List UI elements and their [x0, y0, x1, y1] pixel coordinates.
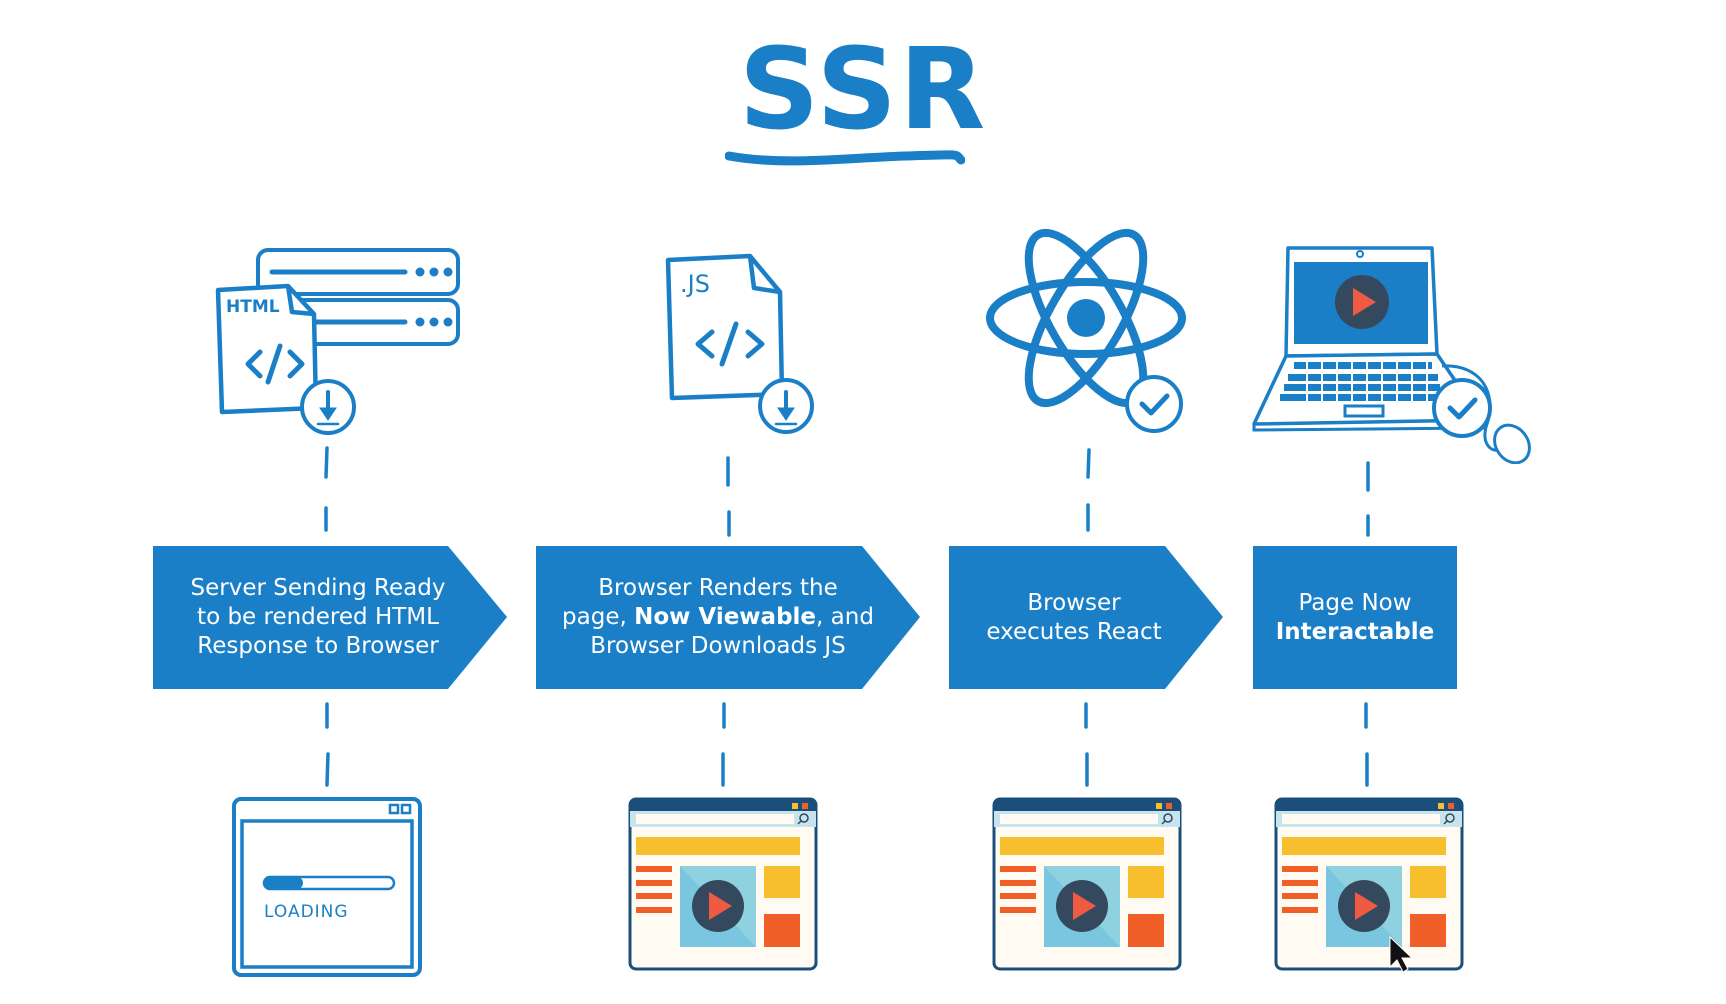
js-file-download-icon: .JS — [665, 253, 814, 434]
step-text-line: page, Now Viewable, and — [562, 603, 874, 632]
react-atom-check-icon — [986, 228, 1186, 433]
rendered-browser-window-icon — [992, 797, 1182, 971]
step-4-text: Page Now Interactable — [1253, 546, 1457, 689]
text-segment: , and — [816, 604, 874, 630]
step-text-line: Page Now — [1298, 589, 1412, 616]
mouse — [1493, 423, 1531, 464]
step-3-text: Browser executes React — [949, 546, 1199, 689]
step-text-emphasis: Interactable — [1275, 618, 1435, 645]
step-text-line: Server Sending Ready — [190, 575, 446, 601]
step-text-line: Browser — [1027, 589, 1121, 616]
rendered-browser-window-icon — [628, 797, 818, 971]
hero-banner — [636, 837, 800, 855]
atom-nucleus — [1067, 299, 1105, 337]
step-2-text: Browser Renders the page, Now Viewable, … — [536, 546, 900, 689]
step-text-line: executes React — [986, 618, 1162, 645]
loading-browser-window-icon: LOADING — [232, 797, 422, 977]
rendered-browser-window-cursor-icon — [1274, 797, 1464, 973]
loading-bar-fill — [264, 877, 303, 889]
step-text-line: to be rendered HTML — [197, 604, 439, 630]
check-badge — [1125, 375, 1183, 433]
file-label: HTML — [226, 297, 280, 317]
check-badge — [1432, 378, 1492, 438]
html-file-server-download-icon: HTML — [215, 248, 460, 435]
step-text-line: Response to Browser — [197, 633, 439, 659]
step-text-line: Browser Renders the — [598, 575, 838, 601]
step-1-text: Server Sending Ready to be rendered HTML… — [153, 546, 483, 689]
step-text-line: Browser Downloads JS — [590, 633, 846, 659]
text-emphasis: Now Viewable — [634, 604, 817, 630]
text-segment: page, — [562, 604, 635, 630]
loading-label: LOADING — [264, 902, 349, 922]
laptop-check-mouse-icon — [1252, 246, 1531, 464]
file-label: .JS — [680, 270, 710, 298]
